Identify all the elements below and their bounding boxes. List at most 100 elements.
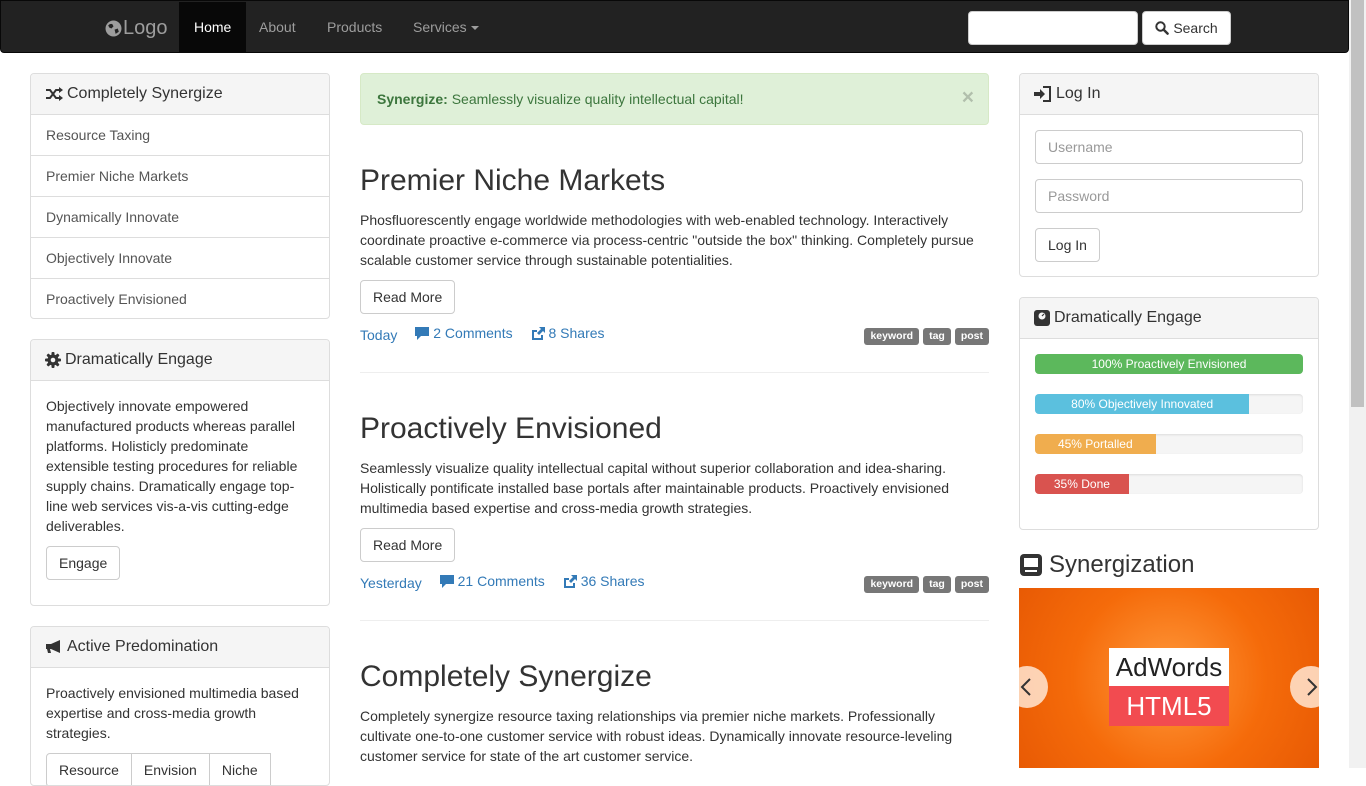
carousel-prev-button[interactable] [1019,666,1048,708]
panel-heading: Log In [1020,74,1318,115]
comments-count: 2 Comments [433,325,513,341]
panel-body: Proactively envisioned multimedia based … [31,668,329,785]
share-icon [531,326,545,340]
carousel-next-button[interactable] [1290,666,1319,708]
progress-bar: 45% Portalled [1035,434,1156,454]
carousel: AdWords HTML5 [1019,588,1319,768]
search-icon [1155,21,1170,35]
nav-about[interactable]: About [244,2,311,53]
chevron-left-icon [1020,678,1031,696]
comments-link[interactable]: 2 Comments [415,325,513,341]
tag-badge[interactable]: keyword [864,576,920,593]
post-tags: keyword tag post [864,576,989,593]
ad-bottom-text: HTML5 [1109,686,1229,726]
post-title: Completely Synergize [360,660,652,693]
panel-heading: Active Predomination [31,627,329,668]
tag-badge[interactable]: tag [923,328,951,345]
niche-button[interactable]: Niche [208,753,271,785]
shares-link[interactable]: 8 Shares [531,325,605,341]
panel-login: Log In Log In [1019,73,1319,277]
post-divider [360,372,989,373]
post-divider [360,620,989,621]
nav-services[interactable]: Services [398,2,494,53]
search-button-label: Search [1173,20,1218,36]
post-date-link[interactable]: Today [360,327,397,343]
tablet-icon [1020,554,1042,576]
list-item-dynamically-innovate[interactable]: Dynamically Innovate [31,197,329,238]
engage-button[interactable]: Engage [46,546,121,580]
progress-track: 45% Portalled [1035,434,1303,454]
login-button[interactable]: Log In [1035,228,1100,262]
username-input[interactable] [1035,130,1303,164]
post-title: Premier Niche Markets [360,164,666,197]
shares-link[interactable]: 36 Shares [563,573,645,589]
panel-title: Completely Synergize [67,85,223,102]
post-1: Premier Niche Markets Phosfluorescently … [360,164,989,345]
post-3: Completely Synergize Completely synergiz… [360,660,989,766]
share-icon [563,574,577,588]
search-input[interactable] [968,11,1138,45]
chevron-right-icon [1307,678,1318,696]
password-input[interactable] [1035,179,1303,213]
search-button[interactable]: Search [1142,11,1231,45]
list-item-premier-niche-markets[interactable]: Premier Niche Markets [31,156,329,197]
comments-count: 21 Comments [457,573,545,589]
tag-badge[interactable]: tag [923,576,951,593]
list-item-objectively-innovate[interactable]: Objectively Innovate [31,238,329,279]
panel-title: Log In [1056,85,1101,102]
list-item-proactively-envisioned[interactable]: Proactively Envisioned [31,279,329,318]
page-scrollbar[interactable] [1349,0,1366,768]
panel-body: Log In [1020,115,1318,276]
read-more-button[interactable]: Read More [360,528,456,562]
panel-completely-synergize: Completely Synergize Resource Taxing Pre… [30,73,330,319]
post-body: Completely synergize resource taxing rel… [360,708,953,764]
alert-success: Synergize: Seamlessly visualize quality … [360,73,989,125]
brand-logo[interactable]: Logo [105,16,168,40]
tag-badge[interactable]: keyword [864,328,920,345]
close-icon[interactable]: × [962,87,974,108]
carousel-title: Synergization [1049,551,1195,578]
panel-body: 100% Proactively Envisioned 80% Objectiv… [1020,339,1318,509]
nav-home[interactable]: Home [179,2,247,53]
post-tags: keyword tag post [864,328,989,345]
list-item-resource-taxing[interactable]: Resource Taxing [31,115,329,156]
post-title: Proactively Envisioned [360,412,662,445]
scrollbar-thumb[interactable] [1351,0,1364,407]
read-more-button[interactable]: Read More [360,280,456,314]
shares-count: 8 Shares [548,325,605,341]
tag-badge[interactable]: post [954,328,989,345]
progress-bar: 35% Done [1035,474,1129,494]
progress-bar: 80% Objectively Innovated [1035,394,1250,414]
panel-heading: Dramatically Engage [1020,298,1318,339]
caret-down-icon [470,26,479,31]
button-group: Resource Envision Niche [46,753,314,785]
gear-icon [45,352,61,368]
panel-heading: Completely Synergize [31,74,329,115]
post-meta: Today 2 Comments 8 Shares keyword tag po… [360,325,989,345]
panel-heading: Dramatically Engage [31,340,329,381]
brand-text: Logo [123,16,168,39]
bullhorn-icon [46,640,60,653]
envision-button[interactable]: Envision [130,753,210,785]
tag-badge[interactable]: post [954,576,989,593]
post-date-link[interactable]: Yesterday [360,575,422,591]
nav-services-label: Services [413,19,467,35]
post-meta: Yesterday 21 Comments 36 Shares keyword … [360,573,989,593]
scale-icon [1034,310,1050,326]
navbar: Logo Home About Products Services Search [0,0,1349,53]
nav-products[interactable]: Products [312,2,397,53]
alert-text: Seamlessly visualize quality intellectua… [447,91,744,107]
comments-link[interactable]: 21 Comments [439,573,545,589]
panel-body: Objectively innovate empowered manufactu… [31,381,329,595]
panel-title: Dramatically Engage [1054,309,1202,326]
panel-active-predomination: Active Predomination Proactively envisio… [30,626,330,786]
shuffle-icon [46,87,63,101]
panel-engage-progress: Dramatically Engage 100% Proactively Env… [1019,297,1319,530]
resource-button[interactable]: Resource [46,753,132,785]
comment-icon [439,574,454,588]
progress-bar: 100% Proactively Envisioned [1035,354,1303,374]
progress-track: 35% Done [1035,474,1303,494]
comment-icon [415,326,430,340]
login-icon [1034,86,1051,102]
ad-banner[interactable]: AdWords HTML5 [1109,648,1229,726]
